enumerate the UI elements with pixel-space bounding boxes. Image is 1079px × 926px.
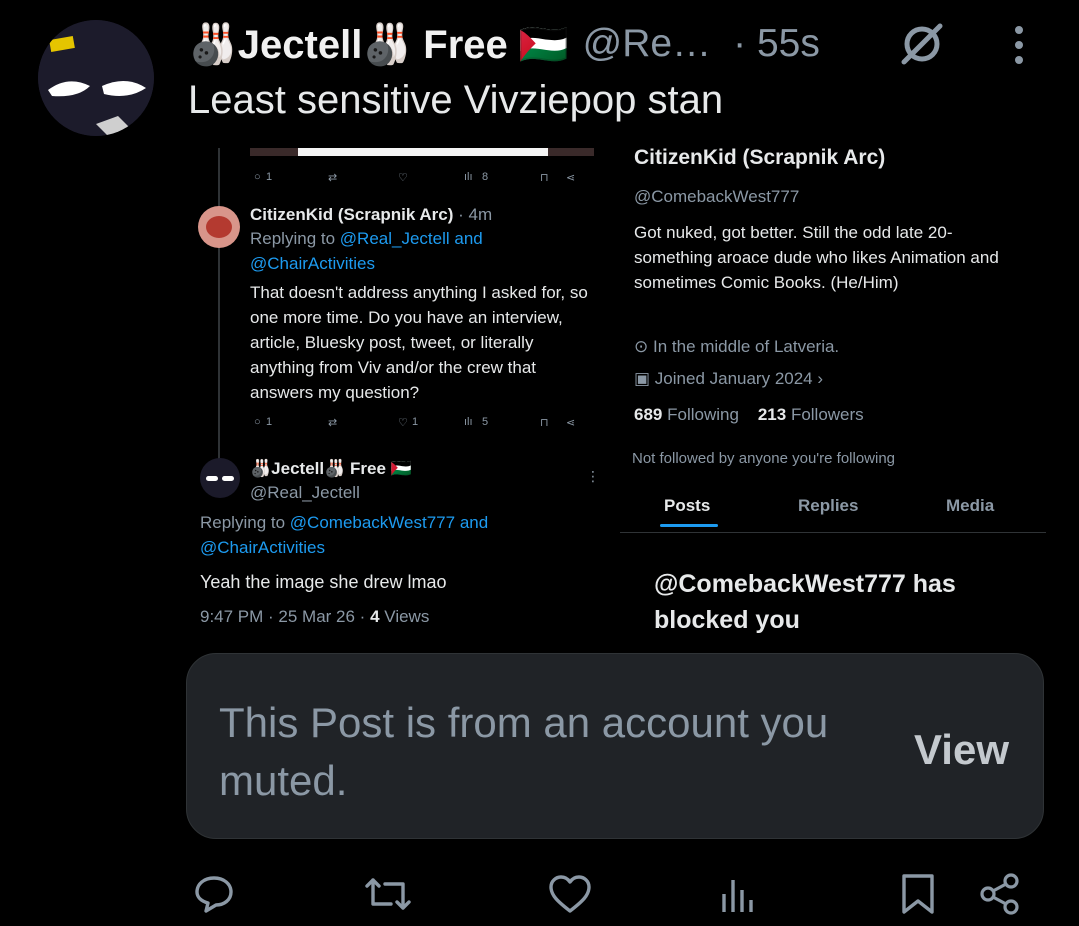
reply-author-row: CitizenKid (Scrapnik Arc) · 4m: [250, 202, 492, 227]
main-author-name[interactable]: 🎳Jectell🎳 Free 🇵🇸: [250, 456, 412, 481]
bookmark-icon[interactable]: ⊓: [540, 171, 549, 184]
more-options-icon[interactable]: ⋮: [586, 468, 600, 485]
reply-icon[interactable]: [186, 866, 242, 922]
location-text: In the middle of Latveria.: [652, 337, 840, 356]
post-action-bar: [186, 866, 1036, 922]
following-count: 689: [634, 405, 663, 424]
chevron-right-icon: ›: [817, 369, 824, 388]
muted-icon: [898, 20, 946, 68]
meta-views: 4: [370, 607, 380, 626]
repost-icon[interactable]: ⇄: [328, 171, 337, 184]
following-label: Following: [667, 405, 739, 424]
active-tab-indicator: [660, 524, 718, 527]
profile-stats: 689 Following 213 Followers: [634, 402, 864, 427]
repost-icon[interactable]: ⇄: [328, 416, 337, 429]
not-followed-note: Not followed by anyone you're following: [632, 450, 896, 467]
replying-link[interactable]: @ChairActivities: [200, 538, 325, 557]
avatar[interactable]: [38, 20, 154, 136]
avatar[interactable]: [198, 206, 240, 248]
profile-name: CitizenKid (Scrapnik Arc): [634, 146, 886, 169]
tab-posts[interactable]: Posts: [664, 496, 710, 516]
like-count: 1: [412, 416, 419, 428]
replying-link[interactable]: @Real_Jectell and: [340, 229, 483, 248]
reply-author-name[interactable]: CitizenKid (Scrapnik Arc): [250, 205, 453, 224]
main-replying-to: Replying to @ComebackWest777 and @ChairA…: [200, 510, 600, 560]
replying-link[interactable]: @ComebackWest777 and: [290, 513, 488, 532]
profile-joined[interactable]: ▣ Joined January 2024 ›: [634, 366, 823, 391]
meta-time[interactable]: 9:47 PM · 25 Mar 26 ·: [200, 607, 365, 626]
blocked-message: @ComebackWest777 has blocked you: [654, 570, 956, 634]
bookmark-icon[interactable]: ⊓: [540, 416, 549, 429]
replying-prefix: Replying to: [200, 513, 286, 532]
views-icon[interactable]: [710, 866, 766, 922]
reply-count: 1: [266, 171, 273, 183]
tab-media[interactable]: Media: [946, 496, 994, 516]
profile-location: ⊙ In the middle of Latveria.: [634, 334, 839, 359]
avatar[interactable]: [200, 458, 240, 498]
embedded-screenshot-thread: ○ 1 ⇄ ♡ ılı 8 ⊓ ⋖ CitizenKid (Scrapnik A…: [196, 148, 604, 638]
location-icon: ⊙: [634, 337, 649, 356]
views-icon[interactable]: ılı: [464, 171, 473, 183]
main-text: Yeah the image she drew lmao: [200, 572, 447, 592]
view-button[interactable]: View: [914, 726, 1009, 774]
meta-views-label: Views: [384, 607, 430, 626]
main-meta: 9:47 PM · 25 Mar 26 · 4 Views: [200, 604, 429, 629]
reply-icon[interactable]: ○: [254, 416, 261, 428]
embedded-screenshot-profile: CitizenKid (Scrapnik Arc) @ComebackWest7…: [620, 140, 1056, 640]
share-icon[interactable]: [972, 866, 1028, 922]
reply-action-row: ○ 1 ⇄ ♡ 1 ılı 5 ⊓ ⋖: [254, 416, 594, 438]
like-icon[interactable]: ♡: [398, 416, 408, 429]
muted-post-notice: This Post is from an account you muted. …: [186, 653, 1044, 839]
tab-replies[interactable]: Replies: [798, 496, 858, 516]
author-name[interactable]: 🎳Jectell🎳 Free 🇵🇸: [188, 21, 569, 68]
followers-count: 213: [757, 405, 787, 424]
main-author-handle[interactable]: @Real_Jectell: [250, 480, 360, 505]
like-icon[interactable]: ♡: [398, 171, 408, 184]
replying-prefix: Replying to: [250, 229, 336, 248]
views-count: 5: [482, 416, 489, 428]
following-link[interactable]: 689 Following: [634, 405, 739, 424]
profile-handle: @ComebackWest777: [634, 187, 800, 206]
joined-text: Joined January 2024: [654, 369, 813, 388]
followers-link[interactable]: 213 Followers: [758, 405, 864, 424]
reply-text: That doesn't address anything I asked fo…: [250, 283, 588, 402]
reply-replying-to: Replying to @Real_Jectell and @ChairActi…: [250, 226, 600, 276]
followers-label: Followers: [790, 405, 864, 424]
like-icon[interactable]: [542, 866, 598, 922]
muted-notice-text: This Post is from an account you muted.: [219, 699, 829, 804]
profile-tabs: Posts Replies Media: [620, 492, 1046, 533]
image-strip: [250, 148, 594, 156]
post-text: Least sensitive Vivziepop stan: [188, 78, 724, 122]
reply-time[interactable]: · 4m: [458, 205, 492, 224]
share-icon[interactable]: ⋖: [566, 171, 575, 184]
calendar-icon: ▣: [634, 369, 651, 388]
repost-icon[interactable]: [360, 866, 416, 922]
thread-line: [218, 148, 220, 488]
bookmark-icon[interactable]: [890, 866, 946, 922]
reply-icon[interactable]: ○: [254, 171, 261, 183]
more-options-icon[interactable]: [1004, 22, 1034, 68]
post-header: 🎳Jectell🎳 Free 🇵🇸 @Re… · 55s: [188, 18, 820, 70]
views-icon[interactable]: ılı: [464, 416, 473, 428]
replying-link[interactable]: @ChairActivities: [250, 254, 375, 273]
profile-bio: Got nuked, got better. Still the odd lat…: [634, 223, 999, 292]
reply-count: 1: [266, 416, 273, 428]
share-icon[interactable]: ⋖: [566, 416, 575, 429]
author-handle[interactable]: @Re…: [583, 22, 711, 66]
views-count: 8: [482, 171, 489, 183]
post-time[interactable]: · 55s: [733, 22, 820, 66]
top-action-row: ○ 1 ⇄ ♡ ılı 8 ⊓ ⋖: [254, 166, 594, 188]
